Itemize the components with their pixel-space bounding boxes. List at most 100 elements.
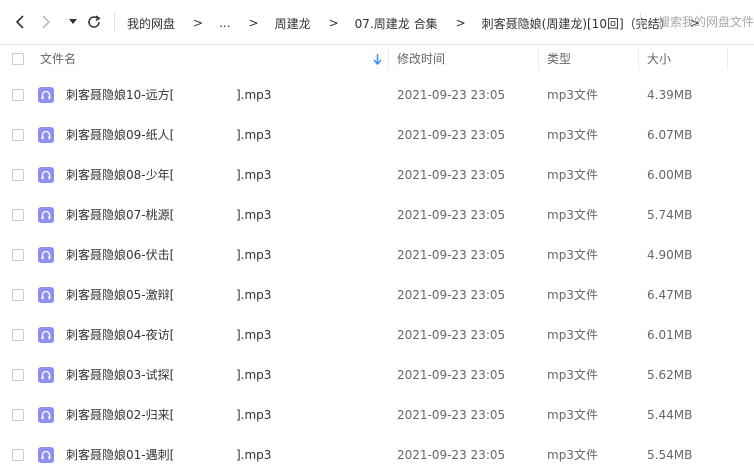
file-extension[interactable]: ].mp3: [236, 75, 271, 115]
file-size: 5.44MB: [647, 408, 693, 422]
table-row[interactable]: 刺客聂隐娘02-归来[ ].mp3 2021-09-23 23:05 mp3文件…: [0, 395, 754, 435]
column-divider[interactable]: [388, 48, 389, 70]
file-extension[interactable]: ].mp3: [236, 155, 271, 195]
breadcrumb-item[interactable]: ...: [219, 16, 230, 30]
audio-file-icon: [38, 167, 54, 183]
row-checkbox[interactable]: [12, 209, 24, 221]
modified-time: 2021-09-23 23:05: [397, 168, 506, 182]
file-extension[interactable]: ].mp3: [236, 195, 271, 235]
file-size: 6.07MB: [647, 128, 693, 142]
breadcrumb-separator: >: [328, 16, 339, 30]
audio-file-icon: [38, 367, 54, 383]
file-type: mp3文件: [547, 208, 598, 222]
row-checkbox[interactable]: [12, 129, 24, 141]
file-extension[interactable]: ].mp3: [236, 435, 271, 475]
table-row[interactable]: 刺客聂隐娘01-遇刺[ ].mp3 2021-09-23 23:05 mp3文件…: [0, 435, 754, 475]
search-box: [646, 10, 754, 34]
table-row[interactable]: 刺客聂隐娘06-伏击[ ].mp3 2021-09-23 23:05 mp3文件…: [0, 235, 754, 275]
breadcrumb-item-current[interactable]: 刺客聂隐娘(周建龙)[10回]（完结）: [482, 15, 672, 32]
file-size: 6.00MB: [647, 168, 693, 182]
audio-file-icon: [38, 127, 54, 143]
file-name[interactable]: 刺客聂隐娘05-激辩[: [66, 275, 174, 315]
file-name[interactable]: 刺客聂隐娘04-夜访[: [66, 315, 174, 355]
breadcrumb-item[interactable]: 周建龙: [275, 15, 311, 32]
table-row[interactable]: 刺客聂隐娘09-纸人[ ].mp3 2021-09-23 23:05 mp3文件…: [0, 115, 754, 155]
column-divider[interactable]: [638, 48, 639, 70]
top-nav-bar: 我的网盘 > ... > 周建龙 > 07.周建龙 合集 > 刺客聂隐娘(周建龙…: [0, 0, 754, 44]
file-type: mp3文件: [547, 128, 598, 142]
file-type: mp3文件: [547, 448, 598, 462]
modified-time: 2021-09-23 23:05: [397, 288, 506, 302]
file-name[interactable]: 刺客聂隐娘01-遇刺[: [66, 435, 174, 475]
breadcrumb-item[interactable]: 我的网盘: [127, 15, 175, 32]
column-header-size[interactable]: 大小: [647, 45, 671, 73]
file-type: mp3文件: [547, 88, 598, 102]
file-extension[interactable]: ].mp3: [236, 315, 271, 355]
modified-time: 2021-09-23 23:05: [397, 328, 506, 342]
refresh-icon[interactable]: [86, 12, 102, 32]
file-type: mp3文件: [547, 248, 598, 262]
file-extension[interactable]: ].mp3: [236, 115, 271, 155]
sort-down-arrow-icon[interactable]: [373, 54, 382, 65]
select-all-checkbox[interactable]: [12, 53, 24, 65]
table-row[interactable]: 刺客聂隐娘07-桃源[ ].mp3 2021-09-23 23:05 mp3文件…: [0, 195, 754, 235]
column-divider[interactable]: [727, 48, 728, 70]
file-name[interactable]: 刺客聂隐娘02-归来[: [66, 395, 174, 435]
file-size: 4.90MB: [647, 248, 693, 262]
audio-file-icon: [38, 287, 54, 303]
file-type: mp3文件: [547, 408, 598, 422]
breadcrumb: 我的网盘 > ... > 周建龙 > 07.周建龙 合集 > 刺客聂隐娘(周建龙…: [127, 13, 716, 33]
file-name[interactable]: 刺客聂隐娘10-远方[: [66, 75, 174, 115]
audio-file-icon: [38, 87, 54, 103]
row-checkbox[interactable]: [12, 89, 24, 101]
file-name[interactable]: 刺客聂隐娘08-少年[: [66, 155, 174, 195]
column-divider[interactable]: [538, 48, 539, 70]
file-extension[interactable]: ].mp3: [236, 355, 271, 395]
file-name[interactable]: 刺客聂隐娘09-纸人[: [66, 115, 174, 155]
audio-file-icon: [38, 207, 54, 223]
row-checkbox[interactable]: [12, 449, 24, 461]
file-extension[interactable]: ].mp3: [236, 275, 271, 315]
table-header: 文件名 修改时间 类型 大小: [0, 45, 754, 73]
modified-time: 2021-09-23 23:05: [397, 88, 506, 102]
file-type: mp3文件: [547, 328, 598, 342]
row-checkbox[interactable]: [12, 169, 24, 181]
file-size: 4.39MB: [647, 88, 693, 102]
file-type: mp3文件: [547, 168, 598, 182]
column-header-type[interactable]: 类型: [547, 45, 571, 73]
modified-time: 2021-09-23 23:05: [397, 248, 506, 262]
file-size: 5.62MB: [647, 368, 693, 382]
modified-time: 2021-09-23 23:05: [397, 448, 506, 462]
table-row[interactable]: 刺客聂隐娘04-夜访[ ].mp3 2021-09-23 23:05 mp3文件…: [0, 315, 754, 355]
chevron-right-icon[interactable]: [38, 12, 54, 32]
file-name[interactable]: 刺客聂隐娘03-试探[: [66, 355, 174, 395]
file-type: mp3文件: [547, 368, 598, 382]
column-header-name[interactable]: 文件名: [40, 45, 76, 73]
row-checkbox[interactable]: [12, 409, 24, 421]
table-row[interactable]: 刺客聂隐娘05-激辩[ ].mp3 2021-09-23 23:05 mp3文件…: [0, 275, 754, 315]
column-header-modified[interactable]: 修改时间: [397, 45, 445, 73]
audio-file-icon: [38, 447, 54, 463]
row-checkbox[interactable]: [12, 249, 24, 261]
caret-down-icon[interactable]: [66, 12, 80, 32]
file-extension[interactable]: ].mp3: [236, 235, 271, 275]
row-checkbox[interactable]: [12, 369, 24, 381]
search-input[interactable]: [646, 10, 754, 34]
file-name[interactable]: 刺客聂隐娘06-伏击[: [66, 235, 174, 275]
modified-time: 2021-09-23 23:05: [397, 128, 506, 142]
audio-file-icon: [38, 407, 54, 423]
file-size: 5.54MB: [647, 448, 693, 462]
search-divider: [640, 12, 641, 32]
breadcrumb-separator: >: [248, 16, 259, 30]
table-row[interactable]: 刺客聂隐娘03-试探[ ].mp3 2021-09-23 23:05 mp3文件…: [0, 355, 754, 395]
audio-file-icon: [38, 327, 54, 343]
chevron-left-icon[interactable]: [12, 12, 28, 32]
breadcrumb-item[interactable]: 07.周建龙 合集: [355, 15, 438, 32]
row-checkbox[interactable]: [12, 289, 24, 301]
row-checkbox[interactable]: [12, 329, 24, 341]
file-extension[interactable]: ].mp3: [236, 395, 271, 435]
table-row[interactable]: 刺客聂隐娘08-少年[ ].mp3 2021-09-23 23:05 mp3文件…: [0, 155, 754, 195]
table-row[interactable]: 刺客聂隐娘10-远方[ ].mp3 2021-09-23 23:05 mp3文件…: [0, 75, 754, 115]
breadcrumb-separator: >: [455, 16, 466, 30]
file-name[interactable]: 刺客聂隐娘07-桃源[: [66, 195, 174, 235]
